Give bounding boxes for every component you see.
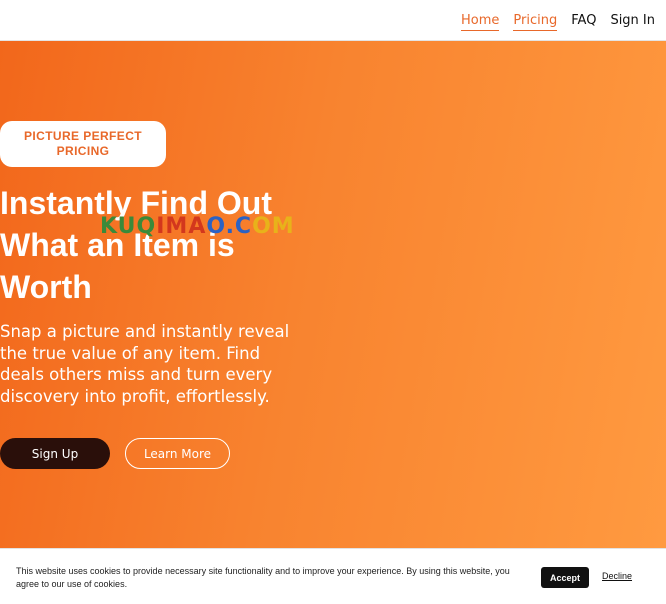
hero-badge: PICTURE PERFECT PRICING <box>0 121 166 167</box>
hero-headline: Instantly Find Out What an Item is Worth <box>0 185 272 305</box>
cookie-message: This website uses cookies to provide nec… <box>16 566 510 589</box>
nav-faq-link[interactable]: FAQ <box>571 13 596 31</box>
nav-sign-in-link[interactable]: Sign In <box>610 13 655 31</box>
watermark-part: KUQ <box>100 214 157 239</box>
accept-cookies-button[interactable]: Accept <box>541 567 589 588</box>
hero-section: PICTURE PERFECT PRICING Instantly Find O… <box>0 41 666 548</box>
hero-subtext: Snap a picture and instantly reveal the … <box>0 322 290 406</box>
cookie-banner: This website uses cookies to provide nec… <box>0 548 666 604</box>
site-header: Home Pricing FAQ Sign In <box>0 0 666 41</box>
learn-more-button[interactable]: Learn More <box>125 438 230 469</box>
watermark-part: O.C <box>206 214 253 239</box>
decline-cookies-button[interactable]: Decline <box>602 571 632 581</box>
nav-home-link[interactable]: Home <box>461 13 500 31</box>
sign-up-button[interactable]: Sign Up <box>0 438 110 469</box>
watermark-part: IMA <box>156 214 207 239</box>
nav-pricing-link[interactable]: Pricing <box>513 13 558 31</box>
main-nav: Home Pricing FAQ Sign In <box>461 13 655 31</box>
watermark-overlay: KUQIMAO.COM <box>100 214 295 239</box>
watermark-part: OM <box>252 214 295 239</box>
